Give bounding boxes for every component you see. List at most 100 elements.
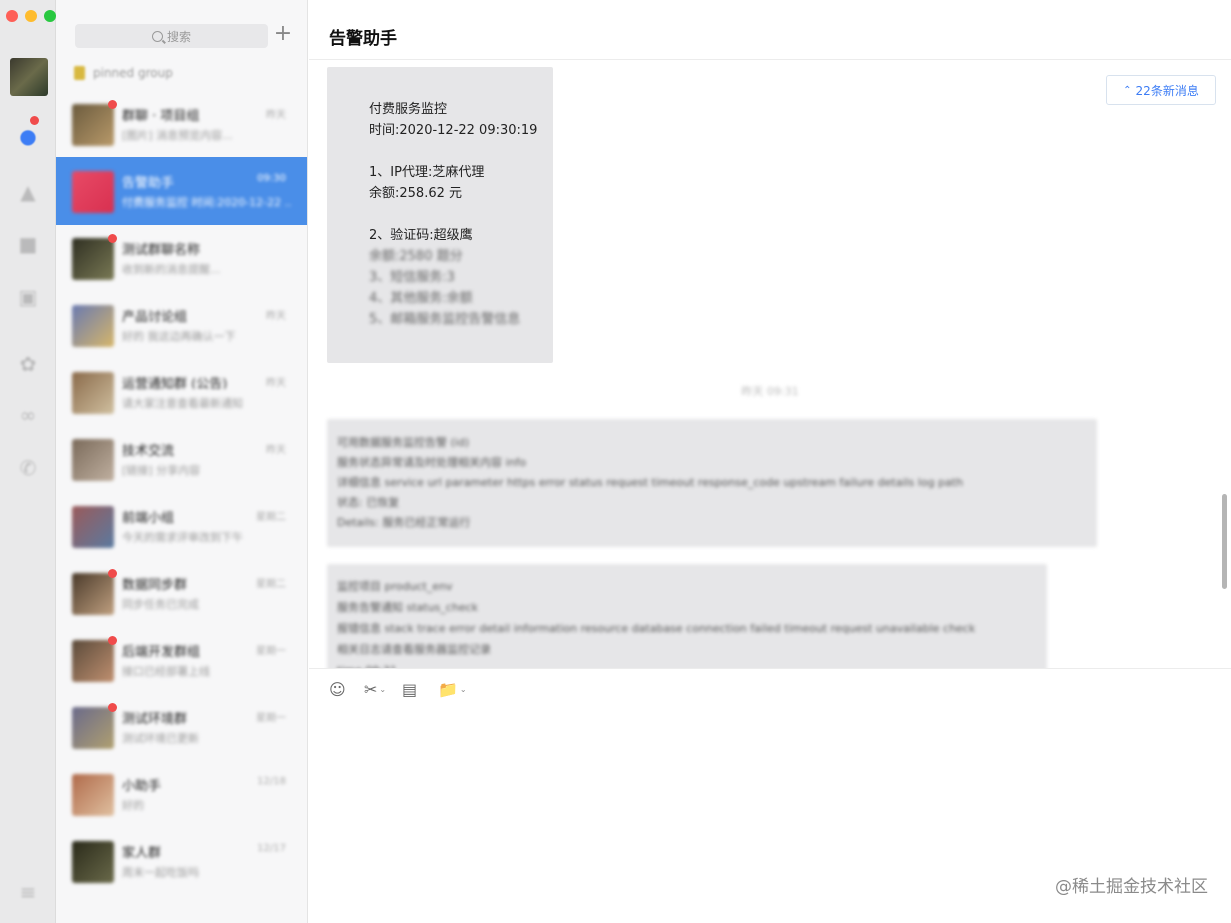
conversation-item[interactable]: 技术交流 昨天 [链接] 分享内容 [56, 425, 307, 493]
conversation-time: 星期二 [256, 579, 286, 590]
search-icon [151, 30, 163, 42]
conversation-preview: 付费服务监控 时间:2020-12-22 ... [122, 196, 292, 209]
message-bubble[interactable]: 监控项目 product_env 服务告警通知 status_check 报错信息 … [327, 564, 1047, 668]
minimize-window-button[interactable] [25, 10, 37, 22]
favorites-icon[interactable]: ■ [16, 232, 40, 256]
chat-panel: 告警助手 付费服务监控 时间:2020-12-22 09:30:19 1、IP代理… [309, 0, 1231, 923]
message-line: 3、短信服务:3 [369, 270, 455, 285]
new-messages-label: 22条新消息 [1135, 83, 1199, 98]
message-line: 相关日志请查看服务器监控记录 [337, 643, 491, 656]
pinned-folder[interactable]: pinned group [74, 64, 173, 82]
chat-header: 告警助手 [309, 0, 1231, 60]
conversation-name: 测试群聊名称 [122, 243, 201, 255]
conversation-preview: [链接] 分享内容 [122, 464, 201, 477]
conversation-name: 数据同步群 [122, 578, 188, 590]
conversation-time: 昨天 [266, 378, 286, 389]
unread-dot [108, 234, 117, 243]
conversation-name: 运营通知群 (公告) [122, 377, 228, 389]
conversation-preview: 收到新的消息提醒... [122, 263, 221, 276]
conversation-name: 后端开发群组 [122, 645, 201, 657]
chat-title: 告警助手 [329, 29, 397, 49]
conversation-preview: 接口已经部署上线 [122, 665, 210, 678]
avatar [72, 640, 114, 682]
moments-icon[interactable]: ✿ [16, 352, 40, 376]
conversation-preview: 好的 我这边再确认一下 [122, 330, 236, 343]
conversation-item[interactable]: 测试群聊名称收到新的消息提醒... [56, 224, 307, 292]
conversation-item[interactable]: 群聊 · 项目组 昨天 [图片] 消息预览内容... [56, 90, 307, 158]
message-line: 余额:2580 题分 [369, 249, 463, 264]
conversation-name: 群聊 · 项目组 [122, 109, 200, 121]
message-line: 余额:258.62 元 [369, 186, 462, 201]
chat-icon[interactable]: ● [16, 124, 40, 148]
conversation-preview: 测试环境已更新 [122, 732, 199, 745]
message-line: 状态: 已恢复 [337, 496, 400, 509]
avatar [72, 238, 114, 280]
double-chevron-up-icon: ⌃ [1123, 84, 1132, 96]
message-line: 服务告警通知 status_check [337, 601, 479, 614]
phone-icon[interactable]: ✆ [16, 456, 40, 480]
message-line: 监控项目 product_env [337, 580, 453, 593]
conversation-item-selected[interactable]: 告警助手 09:30 付费服务监控 时间:2020-12-22 ... [56, 157, 307, 225]
conversation-time: 星期一 [256, 713, 286, 724]
conversation-name: 小助手 [122, 779, 162, 791]
conversation-name: 家人群 [122, 846, 162, 858]
conversation-preview: 今天的需求评审改到下午 [122, 531, 243, 544]
conversation-item[interactable]: 产品讨论组 昨天好的 我这边再确认一下 [56, 291, 307, 359]
window-controls [6, 10, 56, 22]
conversation-preview: 同步任务已完成 [122, 598, 199, 611]
message-line [369, 141, 553, 162]
contacts-icon[interactable]: ▲ [16, 180, 40, 204]
message-bubble[interactable]: 付费服务监控 时间:2020-12-22 09:30:19 1、IP代理:芝麻代理… [327, 67, 553, 363]
scrollbar[interactable] [1222, 494, 1227, 589]
unread-dot [108, 569, 117, 578]
message-line: 4、其他服务:余额 [369, 291, 473, 306]
avatar [72, 841, 114, 883]
miniprogram-icon[interactable]: ∞ [16, 403, 40, 427]
wechat-window: ● ▲ ■ ▣ ✿ ∞ ✆ ≡ 搜索 + pinned group 群聊 · 项… [0, 0, 1231, 923]
conversation-time: 09:30 [257, 173, 286, 184]
message-bubble[interactable]: 可用数据服务监控告警 (id) 服务状态异常请及时处理相关内容 info 详细信息 … [327, 419, 1097, 547]
conversation-item[interactable]: 后端开发群组 星期一 接口已经部署上线 [56, 626, 307, 694]
folder-icon [74, 66, 85, 80]
pinned-folder-label: pinned group [93, 66, 173, 80]
avatar [72, 774, 114, 816]
unread-dot [108, 100, 117, 109]
my-avatar[interactable] [10, 58, 48, 96]
new-messages-button[interactable]: ⌃ 22条新消息 [1106, 75, 1216, 105]
conversation-item[interactable]: 数据同步群 星期二同步任务已完成 [56, 559, 307, 627]
add-button[interactable]: + [272, 23, 294, 46]
menu-icon[interactable]: ≡ [16, 880, 40, 904]
avatar [72, 171, 114, 213]
conversation-name: 测试环境群 [122, 712, 188, 724]
zoom-window-button[interactable] [44, 10, 56, 22]
message-line: 时间:2020-12-22 09:30:19 [369, 123, 538, 138]
message-line: time 09:31 [337, 660, 1037, 668]
avatar [72, 573, 114, 615]
conversation-name: 产品讨论组 [122, 310, 188, 322]
conversation-name: 告警助手 [122, 176, 175, 188]
search-input[interactable]: 搜索 [75, 24, 268, 48]
message-line: 详细信息 service url parameter https error s… [337, 476, 964, 489]
folder-icon[interactable]: 📁 ⌄ [438, 679, 467, 699]
message-line: 5、邮箱服务监控告警信息 [369, 312, 521, 327]
conversation-item[interactable]: 测试环境群 星期一测试环境已更新 [56, 693, 307, 761]
conversation-list: 搜索 + pinned group 群聊 · 项目组 昨天 [图片] 消息预览内容.… [56, 0, 308, 923]
conversation-item[interactable]: 家人群 12/17 周末一起吃饭吗 [56, 827, 307, 895]
emoji-icon[interactable]: ☺ [329, 679, 346, 699]
conversation-item[interactable]: 小助手 12/18 好的 [56, 760, 307, 828]
message-line: 可用数据服务监控告警 (id) [337, 436, 470, 449]
scissors-icon[interactable]: ✂ ⌄ [364, 679, 386, 699]
conversation-item[interactable]: 运营通知群 (公告) 昨天 请大家注意查看最新通知 [56, 358, 307, 426]
message-line: 付费服务监控 [369, 102, 448, 117]
files-icon[interactable]: ▣ [16, 285, 40, 309]
avatar [72, 305, 114, 347]
image-icon[interactable]: ▤ [402, 679, 417, 699]
conversation-time: 12/18 [257, 776, 286, 787]
message-area[interactable]: 付费服务监控 时间:2020-12-22 09:30:19 1、IP代理:芝麻代理… [309, 61, 1231, 668]
close-window-button[interactable] [6, 10, 18, 22]
search-placeholder: 搜索 [166, 29, 191, 44]
conversation-item[interactable]: 前端小组 星期二 今天的需求评审改到下午 [56, 492, 307, 560]
message-line: Details: 服务已经正常运行 [337, 516, 471, 529]
conversation-time: 昨天 [266, 311, 286, 322]
message-timestamp: 昨天 09:31 [741, 385, 799, 398]
